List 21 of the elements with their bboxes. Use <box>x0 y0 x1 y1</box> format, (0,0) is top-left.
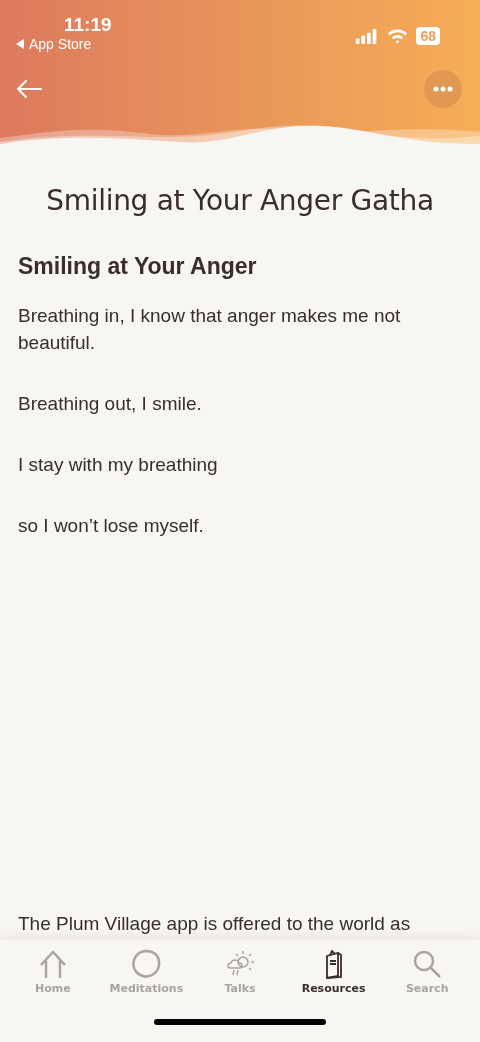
back-triangle-icon <box>16 39 24 49</box>
more-dots-icon <box>433 86 453 92</box>
verse-line: I stay with my breathing <box>18 453 219 477</box>
back-arrow-icon <box>16 79 42 99</box>
tab-item[interactable]: Resources <box>288 948 379 995</box>
footer-paragraph: The Plum Village app is offered to the world as <box>18 912 412 936</box>
back-button[interactable] <box>14 77 44 101</box>
tab-item[interactable]: Talks <box>195 948 285 995</box>
verse-line: Breathing out, I smile. <box>18 392 203 416</box>
status-time: 11:19 <box>64 14 112 36</box>
tab-item[interactable]: Meditations <box>101 948 192 995</box>
tab-item[interactable]: Search <box>382 948 473 995</box>
back-to-app-link[interactable]: App Store <box>29 36 92 52</box>
wifi-icon <box>387 28 409 44</box>
verse-line: so I won’t lose myself. <box>18 514 205 538</box>
battery-indicator: 68 <box>416 27 440 45</box>
section-heading: Smiling at Your Anger <box>18 253 258 280</box>
more-button[interactable] <box>424 70 462 108</box>
verse-line: Breathing in, I know that anger makes me not beautiful. <box>18 304 402 355</box>
page-title: Smiling at Your Anger Gatha <box>45 184 435 217</box>
tab-item[interactable]: Home <box>7 948 98 995</box>
